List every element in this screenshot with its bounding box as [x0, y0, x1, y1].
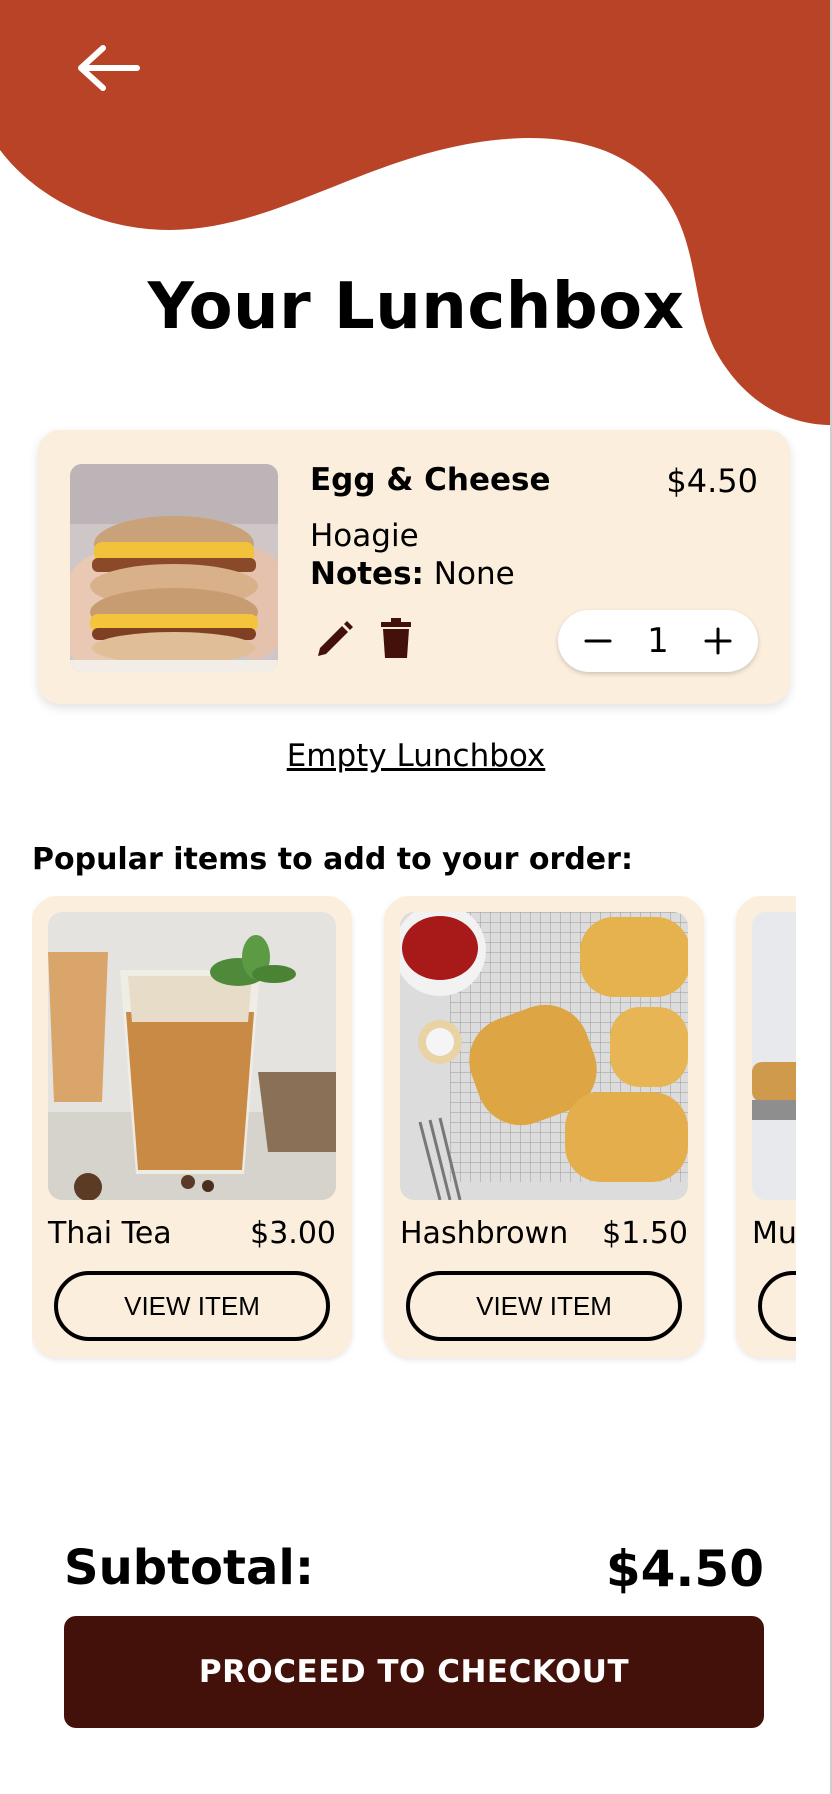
subtotal-label: Subtotal: — [64, 1540, 315, 1596]
view-item-button[interactable]: VIEW ITEM — [406, 1271, 682, 1341]
subtotal-value: $4.50 — [605, 1540, 764, 1598]
notes-label: Notes: — [310, 556, 424, 592]
popular-items-carousel[interactable]: Thai Tea $3.00 VIEW ITEM Hashbrown $1.50… — [32, 896, 796, 1366]
cart-item-card: Egg & Cheese $4.50 Hoagie Notes: None 1 — [38, 430, 790, 704]
arrow-left-icon — [78, 45, 140, 91]
page-title: Your Lunchbox — [147, 270, 685, 344]
view-item-button[interactable] — [758, 1271, 796, 1341]
edit-item-button[interactable] — [312, 616, 356, 660]
popular-item-name: Mu — [752, 1216, 796, 1251]
popular-item-name: Hashbrown — [400, 1216, 569, 1251]
decrement-button[interactable] — [578, 621, 618, 661]
popular-item-card: Hashbrown $1.50 VIEW ITEM — [384, 896, 704, 1358]
back-button[interactable] — [68, 36, 148, 100]
popular-item-image — [400, 912, 688, 1200]
popular-item-image — [48, 912, 336, 1200]
popular-item-price: $1.50 — [602, 1216, 688, 1251]
pencil-icon — [318, 621, 353, 656]
checkout-button[interactable]: PROCEED TO CHECKOUT — [64, 1616, 764, 1728]
cart-item-price: $4.50 — [666, 462, 758, 500]
plus-icon — [704, 627, 732, 655]
popular-item-card: Thai Tea $3.00 VIEW ITEM — [32, 896, 352, 1358]
popular-heading: Popular items to add to your order: — [32, 842, 633, 877]
cart-item-notes: Notes: None — [310, 556, 515, 592]
popular-item-image — [752, 912, 796, 1200]
delete-item-button[interactable] — [376, 616, 416, 660]
popular-item-price: $3.00 — [250, 1216, 336, 1251]
minus-icon — [584, 639, 612, 643]
empty-lunchbox-link[interactable]: Empty Lunchbox — [0, 738, 832, 774]
cart-item-variant: Hoagie — [310, 518, 419, 554]
cart-item-image — [70, 464, 278, 672]
quantity-value: 1 — [647, 621, 669, 661]
popular-item-name: Thai Tea — [48, 1216, 172, 1251]
trash-icon — [381, 618, 411, 658]
increment-button[interactable] — [698, 621, 738, 661]
quantity-stepper: 1 — [558, 610, 758, 672]
popular-item-card: Mu — [736, 896, 796, 1358]
cart-item-name: Egg & Cheese — [310, 462, 551, 498]
notes-value: None — [433, 556, 515, 592]
lunchbox-screen: Your Lunchbox Egg & Cheese $4.50 Hoagie — [0, 0, 832, 1794]
view-item-button[interactable]: VIEW ITEM — [54, 1271, 330, 1341]
